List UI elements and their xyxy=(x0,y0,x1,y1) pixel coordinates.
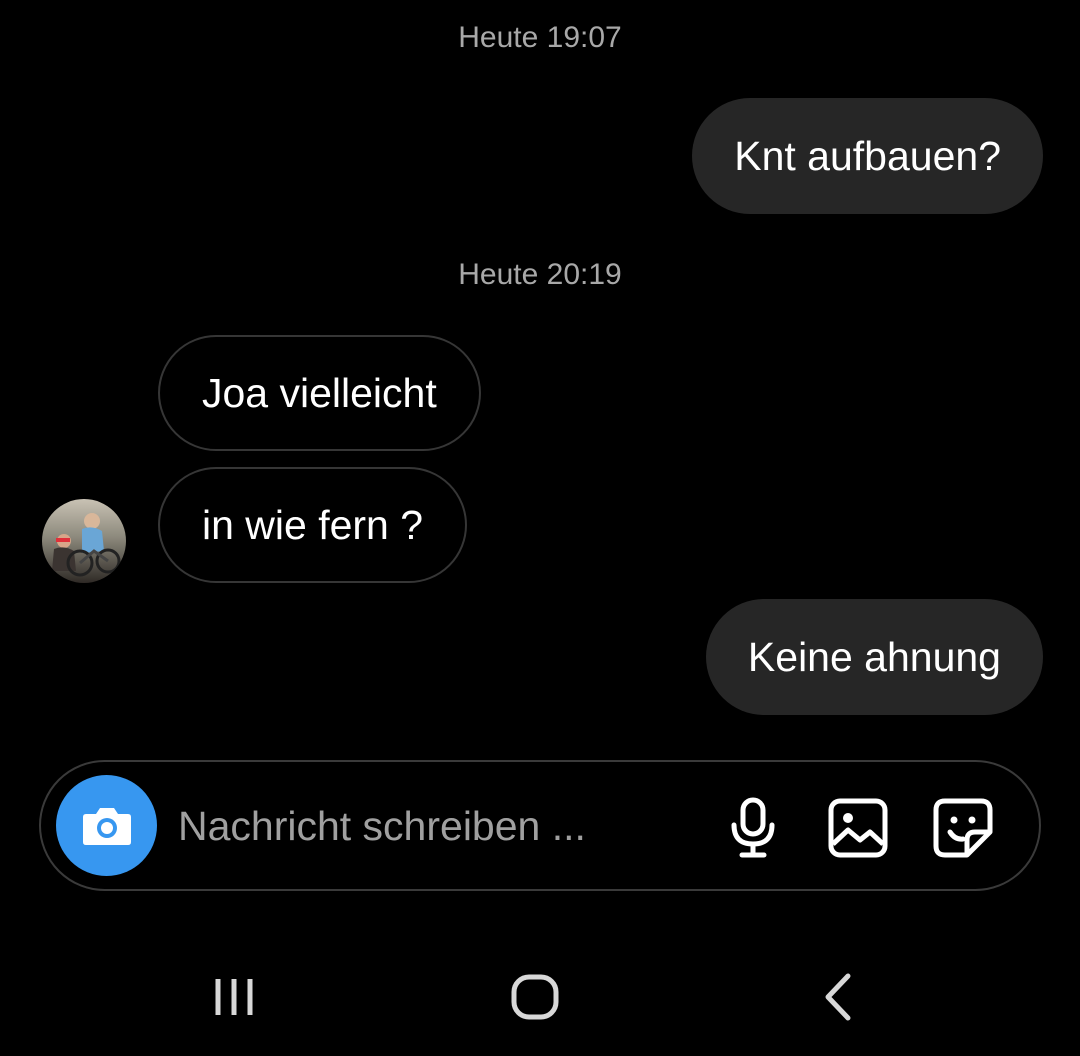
voice-message-button[interactable] xyxy=(721,796,785,860)
avatar[interactable] xyxy=(42,499,126,583)
gallery-button[interactable] xyxy=(826,796,890,860)
home-icon xyxy=(511,974,559,1020)
camera-button[interactable] xyxy=(56,775,157,876)
gallery-icon xyxy=(828,798,888,858)
back-button[interactable] xyxy=(793,962,883,1032)
timestamp: Heute 20:19 xyxy=(458,258,622,291)
message-bubble-incoming[interactable]: Joa vielleicht xyxy=(158,335,481,451)
timestamp: Heute 19:07 xyxy=(458,21,622,54)
microphone-icon xyxy=(731,797,775,858)
message-bubble-outgoing[interactable]: Knt aufbauen? xyxy=(692,98,1043,214)
avatar-photo xyxy=(42,499,126,583)
message-composer xyxy=(39,760,1041,891)
message-bubble-incoming[interactable]: in wie fern ? xyxy=(158,467,468,583)
sticker-icon xyxy=(933,798,993,858)
back-icon xyxy=(825,973,851,1021)
recent-apps-button[interactable] xyxy=(189,962,279,1032)
home-button[interactable] xyxy=(490,962,580,1032)
recent-apps-icon xyxy=(215,979,253,1015)
message-input[interactable] xyxy=(178,795,698,857)
message-bubble-outgoing[interactable]: Keine ahnung xyxy=(705,599,1043,715)
camera-icon xyxy=(82,807,131,845)
sticker-button[interactable] xyxy=(931,796,995,860)
system-navigation-bar xyxy=(0,940,1080,1056)
